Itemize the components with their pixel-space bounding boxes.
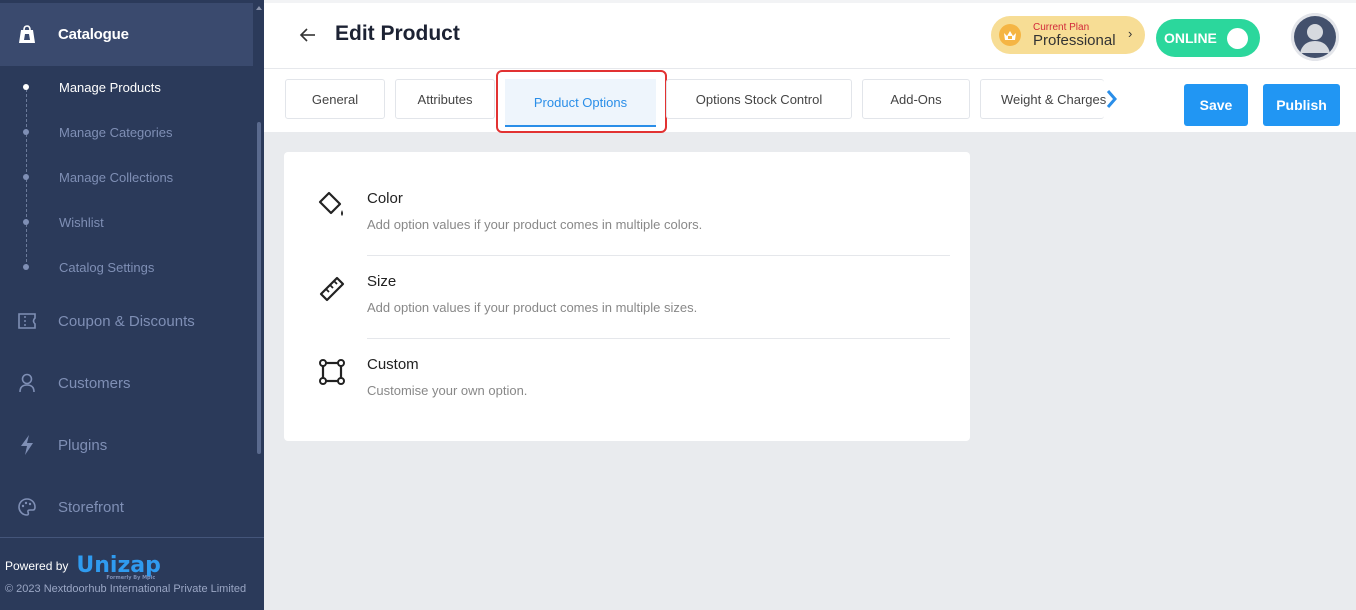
sidebar-subitem-label: Wishlist bbox=[59, 214, 104, 230]
user-icon bbox=[17, 373, 37, 393]
chevron-right-icon[interactable] bbox=[1104, 87, 1118, 111]
publish-button[interactable]: Publish bbox=[1263, 84, 1340, 126]
option-title: Color bbox=[367, 190, 403, 207]
sidebar-footer: Powered by Unizap Formerly By Mpic © 2023… bbox=[0, 537, 264, 610]
option-title: Custom bbox=[367, 356, 419, 373]
online-toggle[interactable]: ONLINE bbox=[1156, 19, 1260, 57]
avatar[interactable] bbox=[1291, 13, 1339, 61]
scrollbar-thumb[interactable] bbox=[257, 122, 261, 454]
unizap-logo[interactable]: Unizap Formerly By Mpic bbox=[76, 553, 160, 581]
sidebar-subitem-label: Catalog Settings bbox=[59, 259, 155, 275]
current-plan-badge[interactable]: Current Plan Professional › bbox=[991, 16, 1145, 54]
bullet-icon bbox=[23, 129, 29, 135]
option-color[interactable]: Color Add option values if your product … bbox=[284, 160, 970, 243]
sidebar-item-coupons[interactable]: Coupon & Discounts bbox=[0, 306, 253, 336]
option-title: Size bbox=[367, 273, 397, 290]
bullet-icon bbox=[23, 84, 29, 90]
sidebar-item-label: Customers bbox=[58, 374, 131, 392]
tab-weight-charges[interactable]: Weight & Charges bbox=[980, 79, 1106, 119]
back-arrow-icon[interactable] bbox=[298, 25, 318, 45]
option-size[interactable]: Size Add option values if your product c… bbox=[284, 243, 970, 326]
tab-product-options[interactable]: Product Options bbox=[505, 79, 656, 127]
paint-bucket-icon bbox=[318, 191, 343, 216]
bullet-icon bbox=[23, 174, 29, 180]
top-header: Edit Product Current Plan Professional ›… bbox=[264, 0, 1356, 68]
sidebar-item-customers[interactable]: Customers bbox=[0, 368, 253, 398]
logo-subtext: Formerly By Mpic bbox=[106, 575, 156, 581]
sidebar-item-storefront[interactable]: Storefront bbox=[0, 492, 253, 522]
toggle-knob bbox=[1227, 28, 1248, 49]
option-description: Add option values if your product comes … bbox=[367, 217, 703, 232]
tabs-bar: General Attributes Product Options Optio… bbox=[264, 68, 1356, 133]
chevron-right-icon: › bbox=[1128, 26, 1133, 41]
shopping-bag-icon bbox=[17, 24, 37, 45]
vector-square-icon bbox=[319, 359, 345, 385]
powered-by-label: Powered by bbox=[5, 558, 69, 573]
sidebar-item-label: Storefront bbox=[58, 498, 124, 516]
online-status-label: ONLINE bbox=[1164, 30, 1217, 46]
scroll-up-icon[interactable] bbox=[256, 6, 262, 10]
tab-general[interactable]: General bbox=[285, 79, 385, 119]
sidebar: Catalogue Manage Products Manage Categor… bbox=[0, 0, 264, 610]
tab-options-stock-control[interactable]: Options Stock Control bbox=[666, 79, 852, 119]
ticket-icon bbox=[17, 311, 37, 331]
sidebar-item-label: Plugins bbox=[58, 436, 108, 454]
sidebar-item-catalogue[interactable]: Catalogue bbox=[0, 3, 253, 66]
bullet-icon bbox=[23, 264, 29, 270]
option-custom[interactable]: Custom Customise your own option. bbox=[284, 326, 970, 409]
bullet-icon bbox=[23, 219, 29, 225]
sidebar-subitem-label: Manage Categories bbox=[59, 124, 173, 140]
palette-icon bbox=[17, 497, 37, 517]
tab-add-ons[interactable]: Add-Ons bbox=[862, 79, 970, 119]
save-button[interactable]: Save bbox=[1184, 84, 1248, 126]
product-options-card: Color Add option values if your product … bbox=[284, 152, 970, 441]
option-description: Customise your own option. bbox=[367, 383, 528, 398]
sidebar-subitem-label: Manage Products bbox=[59, 79, 161, 95]
copyright: © 2023 Nextdoorhub International Private… bbox=[5, 583, 247, 595]
plan-name: Professional bbox=[1033, 32, 1116, 49]
crown-icon bbox=[999, 24, 1021, 46]
option-description: Add option values if your product comes … bbox=[367, 300, 698, 315]
sidebar-item-label: Coupon & Discounts bbox=[58, 312, 195, 330]
sidebar-item-plugins[interactable]: Plugins bbox=[0, 430, 253, 460]
sidebar-subitem-label: Manage Collections bbox=[59, 169, 174, 185]
ruler-icon bbox=[319, 276, 345, 302]
page-title: Edit Product bbox=[335, 22, 460, 45]
sidebar-section-title: Catalogue bbox=[58, 26, 129, 43]
lightning-icon bbox=[17, 435, 37, 455]
tab-attributes[interactable]: Attributes bbox=[395, 79, 495, 119]
powered-by: Powered by Unizap Formerly By Mpic bbox=[5, 553, 161, 581]
